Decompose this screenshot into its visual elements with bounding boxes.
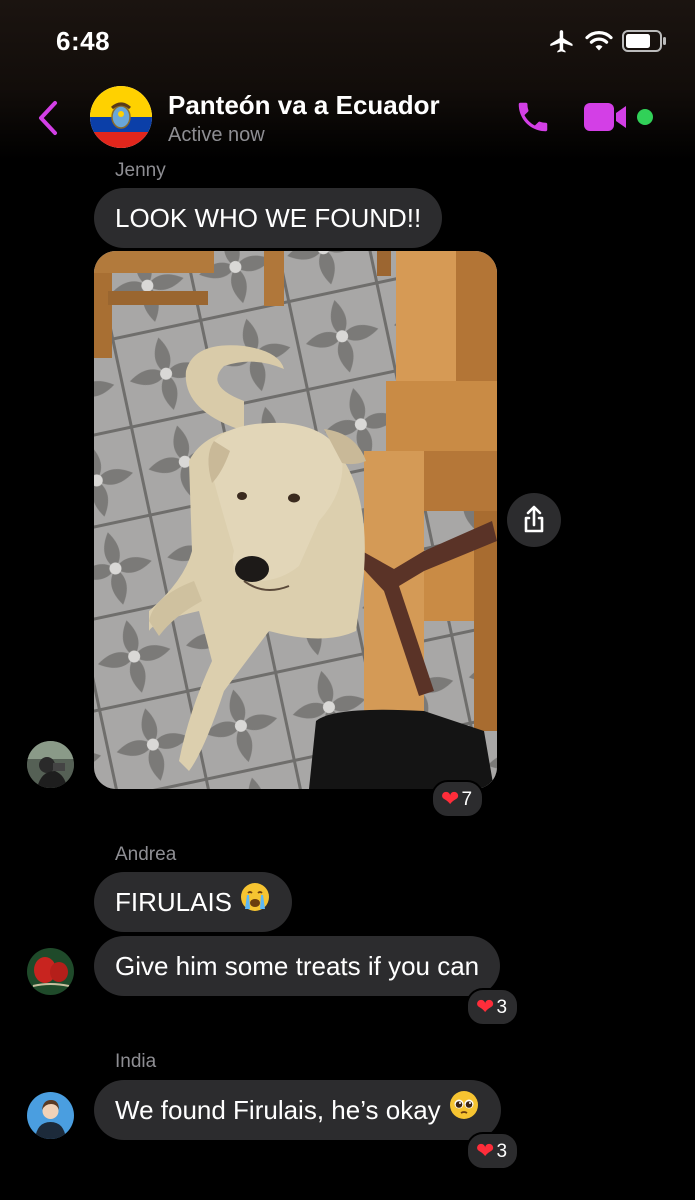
sender-name: Jenny	[115, 160, 166, 181]
ecuador-flag-image	[90, 86, 152, 148]
wifi-icon	[584, 29, 614, 58]
heart-icon: ❤	[476, 994, 495, 1019]
group-avatar[interactable]	[90, 86, 152, 148]
share-button[interactable]	[507, 493, 561, 547]
heart-icon: ❤	[441, 786, 460, 811]
avatar-jenny[interactable]	[27, 741, 74, 788]
status-time: 6:48	[56, 26, 111, 56]
status-bar: 6:48	[0, 0, 695, 80]
active-status: Active now	[168, 124, 265, 146]
share-icon	[524, 505, 544, 533]
chat-title[interactable]: Panteón va a Ecuador	[168, 90, 440, 121]
photo-attachment[interactable]	[94, 251, 497, 789]
sender-name: India	[115, 1051, 157, 1072]
avatar-andrea-image	[27, 948, 74, 995]
online-indicator	[637, 109, 653, 125]
back-chevron-icon[interactable]	[36, 100, 60, 141]
crying-face-emoji	[239, 874, 271, 934]
reaction-pill[interactable]: ❤ 7	[431, 780, 485, 818]
sender-name: Andrea	[115, 844, 177, 865]
airplane-icon	[548, 28, 576, 61]
message-bubble[interactable]: FIRULAIS	[94, 872, 293, 934]
message-bubble[interactable]: LOOK WHO WE FOUND!!	[94, 188, 443, 248]
reaction-pill[interactable]: ❤ 3	[466, 988, 520, 1026]
avatar-india-image	[27, 1092, 74, 1139]
chat-header: Panteón va a Ecuador Active now	[0, 82, 695, 154]
message-bubble[interactable]: We found Firulais, he’s okay	[94, 1080, 501, 1140]
avatar-jenny-image	[27, 741, 74, 788]
battery-icon	[622, 30, 668, 57]
video-camera-icon[interactable]	[583, 102, 629, 137]
phone-icon[interactable]	[514, 98, 552, 141]
message-bubble[interactable]: Give him some treats if you can	[94, 936, 501, 996]
dog-photo-image	[94, 251, 497, 789]
heart-icon: ❤	[476, 1138, 495, 1163]
avatar-andrea[interactable]	[27, 948, 74, 995]
reaction-pill[interactable]: ❤ 3	[466, 1132, 520, 1170]
avatar-india[interactable]	[27, 1092, 74, 1139]
